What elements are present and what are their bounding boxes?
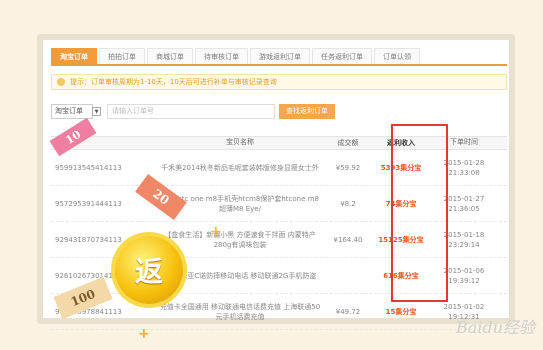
item-name[interactable]: 充值卡全国通用 移动联通电信话费充值 上海联通50元手机话费充值 [155,302,325,322]
order-id: 959913545414113 [55,163,122,172]
rebate-highlight-box [391,124,448,302]
search-row: 淘宝订单 ▼ 请输入订单号 查找返利订单 [51,102,335,120]
select-value: 淘宝订单 [55,106,83,115]
chevron-down-icon[interactable]: ▼ [92,106,101,116]
item-price: ¥49.72 [335,307,361,316]
rebate-amount: 15集分宝 [385,307,417,316]
item-name[interactable]: 【盒食生活】新疆小黑 方便速食干拌面 内蒙特产 280g有调味包装 [155,230,325,250]
bulb-icon [57,78,65,86]
rebate-coin-icon: 返 [115,236,183,304]
item-price: ¥59.92 [335,163,361,172]
tab-paipai[interactable]: 拍拍订单 [99,48,145,64]
sparkle-icon: + [138,326,150,342]
notice-text: 提示：订单审核周期为1-10天，10天后可进行补单与审核记录查询 [70,78,277,86]
sparkle-icon: + [210,224,222,240]
item-name[interactable]: 千禾美2014秋冬新品毛呢套装韩版修身显瘦女士外 [155,163,325,173]
header-price: 成交额 [337,139,359,147]
tab-pending[interactable]: 待审核订单 [195,48,248,64]
tab-game[interactable]: 游戏返利订单 [250,48,310,64]
tab-task[interactable]: 任务返利订单 [312,48,372,64]
tab-taobao[interactable]: 淘宝订单 [51,48,97,64]
order-type-select[interactable]: 淘宝订单 ▼ [51,103,101,119]
notice-bar: 提示：订单审核周期为1-10天，10天后可进行补单与审核记录查询 [51,74,507,90]
order-tabs: 淘宝订单 拍拍订单 商城订单 待审核订单 游戏返利订单 任务返利订单 订单认领 [51,48,507,66]
search-rebate-button[interactable]: 查找返利订单 [279,103,335,119]
watermark: Baidu经验 [456,318,535,337]
tab-mall[interactable]: 商城订单 [147,48,193,64]
coin-glyph: 返 [134,255,163,288]
order-id: 957295391444113 [55,199,122,208]
tab-claim[interactable]: 订单认领 [374,48,420,64]
item-price: ¥164.40 [333,235,363,244]
order-number-input[interactable]: 请输入订单号 [107,103,275,119]
header-name: 宝贝名称 [226,138,254,146]
item-price: ¥8.2 [340,199,356,208]
